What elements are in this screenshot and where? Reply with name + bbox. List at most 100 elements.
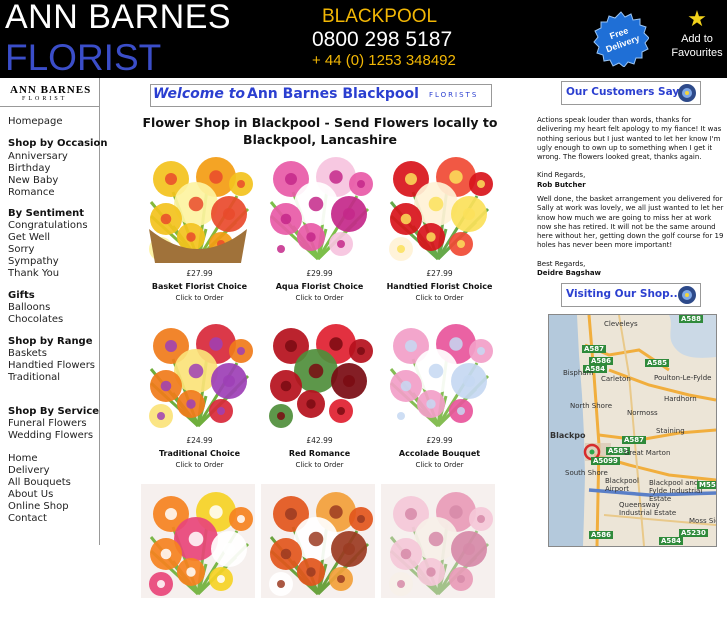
map-road-label: A585: [645, 359, 670, 367]
sidebar-heading: Shop by Occasion: [8, 138, 108, 149]
testimonial-2-signoff: Best Regards,: [537, 259, 586, 268]
product-grid: £27.99 Basket Florist Choice Click to Orde…: [137, 148, 500, 598]
sidebar-link[interactable]: All Bouquets: [8, 477, 71, 489]
product-card[interactable]: [261, 484, 378, 644]
product-card[interactable]: £29.99 Aqua Florist Choice Click to Order: [261, 149, 378, 309]
autumn-bouquet-icon[interactable]: [261, 484, 375, 598]
sidebar-link[interactable]: Homepage: [8, 116, 63, 128]
mixed-gerbera-bouquet-icon[interactable]: [141, 484, 255, 598]
product-card[interactable]: £29.99 Accolade Bouquet Click to Order: [381, 316, 498, 476]
map-road-label: A587: [582, 345, 607, 353]
click-to-order-link[interactable]: Click to Order: [261, 294, 378, 302]
testimonial-1-text: Actions speak louder than words, thanks …: [537, 116, 722, 162]
header-intl-phone[interactable]: + 44 (0) 1253 348492: [312, 52, 456, 69]
product-name[interactable]: Accolade Bouquet: [381, 449, 498, 458]
click-to-order-link[interactable]: Click to Order: [261, 461, 378, 469]
product-price: £27.99: [186, 269, 213, 278]
welcome-part3: FLORISTS: [429, 91, 479, 99]
sidebar-link[interactable]: Handtied Flowers: [8, 360, 95, 372]
brand-florist[interactable]: FLORIST: [5, 37, 161, 79]
sidebar-link[interactable]: Thank You: [8, 268, 59, 280]
click-to-order-link[interactable]: Click to Order: [141, 294, 258, 302]
brand-name[interactable]: ANN BARNES: [5, 0, 231, 37]
sidebar-link[interactable]: Congratulations: [8, 220, 88, 232]
add-to-favourites[interactable]: ★ Add to Favourites: [668, 6, 726, 60]
product-name[interactable]: Basket Florist Choice: [141, 282, 258, 291]
product-name[interactable]: Red Romance: [261, 449, 378, 458]
welcome-part1: Welcome to: [153, 86, 246, 102]
map-place-label: Normoss: [627, 409, 658, 417]
sidebar-heading: Shop by Range: [8, 336, 93, 347]
sidebar-heading: Shop By Service: [8, 406, 100, 417]
sidebar-link[interactable]: Anniversary: [8, 151, 68, 163]
sidebar-link[interactable]: Balloons: [8, 302, 50, 314]
map-place-label: Queensway Industrial Estate: [619, 501, 677, 517]
basket-bouquet-icon[interactable]: [141, 149, 255, 263]
red-roses-bouquet-icon[interactable]: [261, 316, 375, 430]
pink-gerbera-bouquet-icon[interactable]: [381, 316, 495, 430]
product-name[interactable]: Traditional Choice: [141, 449, 258, 458]
sidebar-link[interactable]: Wedding Flowers: [8, 430, 93, 442]
header-phone[interactable]: 0800 298 5187: [312, 28, 452, 52]
flower-bee-icon: [678, 84, 696, 102]
product-card[interactable]: [141, 484, 258, 644]
red-gerbera-bouquet-icon[interactable]: [381, 149, 495, 263]
visiting-shop-label: Visiting Our Shop..: [566, 288, 678, 300]
sidebar-link[interactable]: Get Well: [8, 232, 50, 244]
pink-lilies-bouquet-icon[interactable]: [261, 149, 375, 263]
sidebar-link[interactable]: Sympathy: [8, 256, 59, 268]
sidebar-link[interactable]: Delivery: [8, 465, 50, 477]
map-place-label: Carleton: [601, 375, 631, 383]
free-delivery-badge[interactable]: Free Delivery: [593, 11, 649, 67]
map-road-label: A5230: [679, 529, 708, 537]
sidebar-link[interactable]: Birthday: [8, 163, 50, 175]
product-card[interactable]: £27.99 Handtied Florist Choice Click to Or…: [381, 149, 498, 309]
product-price: £24.99: [186, 436, 213, 445]
sidebar-link[interactable]: Chocolates: [8, 314, 63, 326]
click-to-order-link[interactable]: Click to Order: [381, 461, 498, 469]
sidebar-link[interactable]: New Baby: [8, 175, 58, 187]
map-road-label: A584: [659, 537, 684, 545]
product-name[interactable]: Handtied Florist Choice: [381, 282, 498, 291]
sidebar-link[interactable]: Contact: [8, 513, 47, 525]
sidebar-link[interactable]: Sorry: [8, 244, 34, 256]
sidebar-link[interactable]: Romance: [8, 187, 54, 199]
testimonial-1-author: Rob Butcher: [537, 180, 586, 189]
star-icon: ★: [687, 6, 707, 31]
map-place-label: Blackpo: [550, 431, 586, 440]
map-place-label: Poulton-Le-Fylde: [654, 374, 712, 382]
product-price: £29.99: [426, 436, 453, 445]
sidebar-logo[interactable]: ANN BARNES: [10, 84, 91, 96]
customers-say-button[interactable]: Our Customers Say..: [561, 81, 701, 105]
location-map[interactable]: Cleveleys A588 A587 A586 A584 Bispham Carleton…: [548, 314, 717, 547]
welcome-banner: Welcome to Ann Barnes Blackpool FLORISTS: [150, 84, 492, 107]
customers-say-label: Our Customers Say..: [566, 86, 687, 98]
map-place-label: South Shore: [565, 469, 608, 477]
product-price: £27.99: [426, 269, 453, 278]
click-to-order-link[interactable]: Click to Order: [381, 294, 498, 302]
sidebar-link[interactable]: Funeral Flowers: [8, 418, 87, 430]
sidebar-link[interactable]: Baskets: [8, 348, 47, 360]
visiting-shop-button[interactable]: Visiting Our Shop..: [561, 283, 701, 307]
click-to-order-link[interactable]: Click to Order: [141, 461, 258, 469]
pastel-bouquet-icon[interactable]: [381, 484, 495, 598]
site-header: ANN BARNES FLORIST BLACKPOOL 0800 298 51…: [0, 0, 727, 78]
orange-lilies-bouquet-icon[interactable]: [141, 316, 255, 430]
product-card[interactable]: £24.99 Traditional Choice Click to Order: [141, 316, 258, 476]
product-price: £42.99: [306, 436, 333, 445]
product-price: £29.99: [306, 269, 333, 278]
map-place-label: Bispham: [563, 369, 594, 377]
sidebar-link[interactable]: Home: [8, 453, 38, 465]
flower-bee-icon: [678, 286, 696, 304]
sidebar-link[interactable]: Traditional: [8, 372, 60, 384]
map-place-label: Hardhorn: [664, 395, 697, 403]
sidebar-link[interactable]: Online Shop: [8, 501, 69, 513]
map-road-label: M55: [697, 481, 716, 489]
product-card[interactable]: £42.99 Red Romance Click to Order: [261, 316, 378, 476]
product-card[interactable]: £27.99 Basket Florist Choice Click to Orde…: [141, 149, 258, 309]
sidebar-link[interactable]: About Us: [8, 489, 53, 501]
product-name[interactable]: Aqua Florist Choice: [261, 282, 378, 291]
testimonial-1: Actions speak louder than words, thanks …: [537, 116, 727, 190]
testimonial-1-signoff: Kind Regards,: [537, 171, 586, 180]
product-card[interactable]: [381, 484, 498, 644]
